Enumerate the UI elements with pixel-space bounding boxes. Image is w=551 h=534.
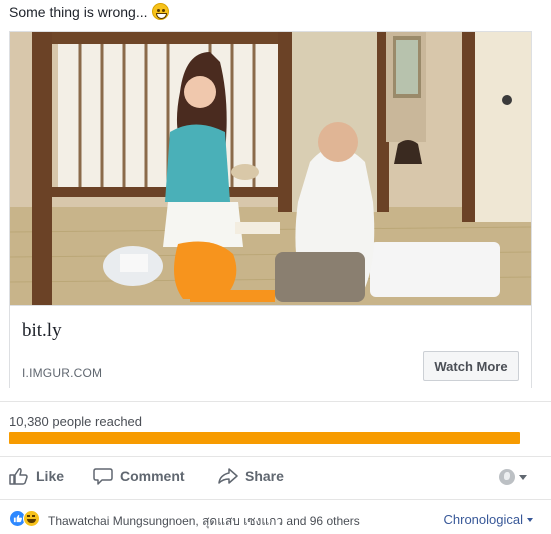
comment-bubble-icon (93, 468, 113, 485)
grinning-emoji-icon (151, 3, 169, 20)
reach-progress-bar (9, 432, 520, 444)
comment-order-label: Chronological (443, 512, 524, 527)
chevron-down-icon (527, 517, 533, 522)
link-preview-card[interactable]: bit.ly I.IMGUR.COM Watch More (9, 31, 532, 388)
link-domain: I.IMGUR.COM (22, 366, 103, 380)
haha-reaction-icon (23, 510, 40, 527)
chevron-down-icon (519, 474, 527, 480)
divider (0, 401, 551, 402)
comment-button[interactable]: Comment (93, 467, 185, 485)
reaction-icons[interactable] (9, 510, 40, 527)
link-title[interactable]: bit.ly (22, 320, 62, 342)
share-label: Share (245, 468, 284, 484)
caption-text: Some thing is wrong... (9, 3, 148, 20)
like-label: Like (36, 468, 65, 484)
share-arrow-icon (218, 468, 238, 484)
reach-count[interactable]: 10,380 people reached (9, 414, 142, 429)
comment-label: Comment (120, 468, 185, 484)
thumbs-up-icon (9, 468, 28, 485)
post-caption: Some thing is wrong... (9, 3, 169, 20)
page-avatar-icon (499, 469, 515, 485)
like-button[interactable]: Like (9, 467, 64, 485)
reactions-bar: Thawatchai Mungsungnoen, สุดแสบ เซงแกว a… (0, 500, 551, 534)
reaction-names[interactable]: Thawatchai Mungsungnoen, สุดแสบ เซงแกว a… (48, 512, 360, 531)
watch-more-button[interactable]: Watch More (423, 351, 519, 381)
link-meta[interactable]: bit.ly I.IMGUR.COM Watch More (10, 305, 531, 388)
divider (0, 456, 551, 457)
thumbnail-illustration (10, 32, 531, 305)
post-as-selector[interactable] (499, 469, 527, 485)
post-actions-bar: Like Comment Share (0, 460, 551, 494)
reach-progress-fill (9, 432, 520, 444)
share-button[interactable]: Share (218, 467, 284, 485)
link-thumbnail-image[interactable] (10, 32, 531, 305)
comment-order-dropdown[interactable]: Chronological (443, 512, 533, 527)
